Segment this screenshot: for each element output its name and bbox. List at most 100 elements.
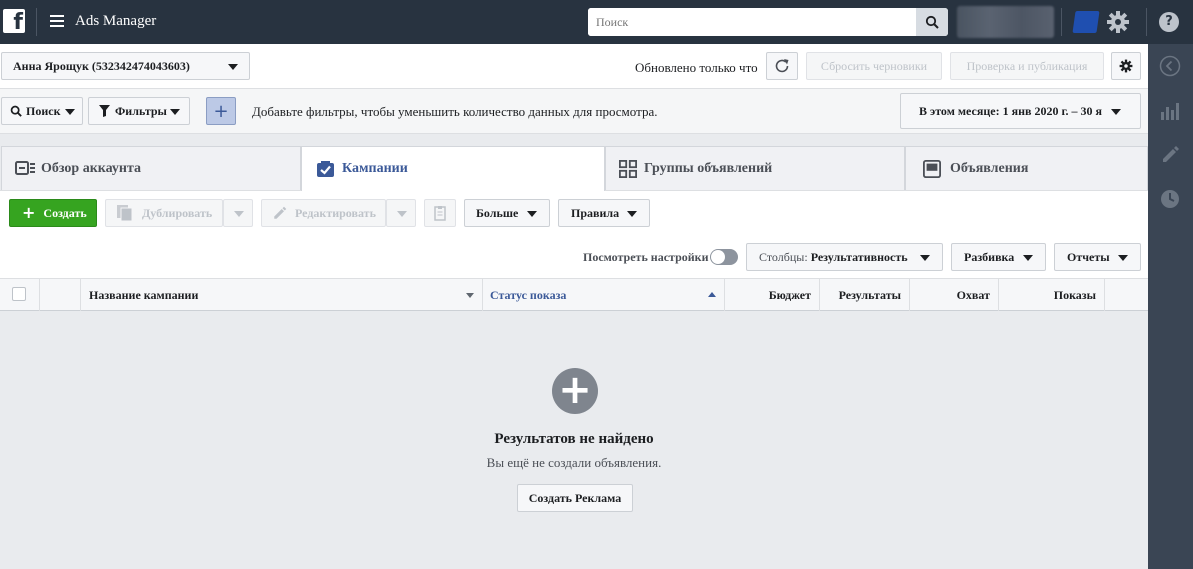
account-name: Анна Ярощук (532342474043603)	[13, 59, 190, 73]
columns-dropdown-button[interactable]: Столбцы: Результативность	[746, 243, 943, 271]
view-settings-toggle[interactable]	[710, 249, 738, 265]
tab-label: Обзор аккаунта	[41, 161, 142, 176]
filter-bar: Поиск Фильтры + Добавьте фильтры, чтобы …	[0, 89, 1148, 134]
campaigns-check-icon	[317, 161, 334, 177]
discard-drafts-button[interactable]: Сбросить черновики	[806, 52, 942, 80]
view-settings-label: Посмотреть настройки	[583, 250, 709, 264]
last-updated-text: Обновлено только что	[635, 60, 758, 75]
tab-ads[interactable]: Объявления	[905, 146, 1148, 190]
chevron-down-icon	[1023, 255, 1033, 261]
breakdown-label: Разбивка	[964, 249, 1015, 264]
column-header-label: Бюджет	[768, 288, 811, 302]
account-overview-icon	[15, 161, 35, 175]
blurred-account-info[interactable]	[957, 6, 1054, 38]
breakdown-dropdown-button[interactable]: Разбивка	[951, 243, 1046, 271]
review-publish-button[interactable]: Проверка и публикация	[950, 52, 1104, 80]
sort-down-icon	[466, 293, 474, 298]
search-icon	[925, 15, 939, 29]
clipboard-button[interactable]	[424, 199, 456, 227]
column-header-campaign-name[interactable]: Название кампании	[81, 279, 483, 311]
search-icon	[10, 105, 22, 117]
column-header-label: Результаты	[838, 288, 901, 302]
divider	[36, 8, 37, 36]
refresh-icon	[775, 59, 789, 73]
duplicate-label: Дублировать	[142, 205, 213, 220]
edit-dropdown-button[interactable]	[386, 199, 416, 227]
chevron-down-icon	[65, 109, 75, 115]
account-selector[interactable]: Анна Ярощук (532342474043603)	[1, 52, 250, 80]
account-settings-button[interactable]	[1111, 52, 1141, 80]
column-header-reach[interactable]: Охват	[910, 279, 999, 311]
column-header-label: Показы	[1053, 288, 1096, 302]
tab-campaigns[interactable]: Кампании	[301, 146, 605, 191]
select-all-cell	[0, 279, 40, 311]
collapse-chevron-icon[interactable]	[1159, 55, 1181, 77]
columns-value: Результативность	[810, 249, 908, 264]
search-dropdown-button[interactable]: Поиск	[1, 97, 83, 125]
column-header-delivery-status[interactable]: Статус показа	[483, 279, 725, 311]
reports-label: Отчеты	[1067, 249, 1110, 264]
tab-account-overview[interactable]: Обзор аккаунта	[1, 146, 301, 190]
campaign-toolbar: + Создать Дублировать Редактировать Боль…	[0, 190, 1148, 278]
ad-sets-grid-icon	[619, 160, 637, 178]
search-input[interactable]	[588, 8, 916, 36]
table-header: Название кампании Статус показа Бюджет Р…	[0, 278, 1148, 311]
plus-icon: +	[22, 203, 36, 222]
date-range-picker[interactable]: В этом месяце: 1 янв 2020 г. – 30 я	[900, 93, 1141, 129]
tab-ad-sets[interactable]: Группы объявлений	[605, 146, 905, 190]
divider	[1061, 8, 1062, 36]
pencil-icon[interactable]	[1159, 144, 1181, 166]
filters-dropdown-button[interactable]: Фильтры	[88, 97, 190, 125]
duplicate-icon	[117, 205, 133, 222]
chevron-down-icon	[234, 211, 244, 217]
chevron-down-icon	[527, 211, 537, 217]
chevron-down-icon	[1111, 109, 1121, 115]
filter-hint-text: Добавьте фильтры, чтобы уменьшить количе…	[252, 104, 658, 119]
edit-button[interactable]: Редактировать	[261, 199, 386, 227]
create-ad-button[interactable]: Создать Реклама	[517, 484, 633, 512]
tab-label: Кампании	[342, 161, 408, 176]
more-label: Больше	[476, 205, 519, 220]
chevron-down-icon	[228, 64, 238, 70]
column-header-label: Название кампании	[89, 288, 199, 302]
help-icon[interactable]: ?	[1159, 12, 1179, 32]
top-navigation-bar: f Ads Manager ?	[0, 0, 1193, 44]
empty-state-title: Результатов не найдено	[494, 431, 654, 447]
plus-icon: +	[213, 100, 229, 122]
menu-icon[interactable]	[50, 15, 64, 27]
rules-dropdown-button[interactable]: Правила	[558, 199, 650, 227]
toggle-column-header	[40, 279, 81, 311]
empty-state: + Результатов не найдено Вы ещё не созда…	[0, 311, 1148, 569]
column-header-impressions[interactable]: Показы	[999, 279, 1105, 311]
sort-up-icon	[708, 292, 716, 297]
filter-funnel-icon	[99, 105, 110, 117]
chevron-down-icon	[627, 211, 637, 217]
chevron-down-icon	[1118, 255, 1128, 261]
reports-dropdown-button[interactable]: Отчеты	[1054, 243, 1141, 271]
settings-gear-icon[interactable]	[1106, 10, 1130, 38]
divider	[1146, 8, 1147, 36]
select-all-checkbox[interactable]	[12, 287, 26, 301]
create-button[interactable]: + Создать	[9, 199, 97, 227]
column-header-results[interactable]: Результаты	[820, 279, 910, 311]
chart-icon[interactable]	[1159, 100, 1181, 122]
duplicate-button[interactable]: Дублировать	[105, 199, 223, 227]
column-header-budget[interactable]: Бюджет	[725, 279, 820, 311]
search-label: Поиск	[26, 103, 61, 118]
tab-label: Группы объявлений	[644, 161, 773, 176]
date-range-label: В этом месяце: 1 янв 2020 г. – 30 я	[919, 104, 1103, 118]
gear-icon	[1119, 59, 1133, 73]
chevron-down-icon	[397, 211, 407, 217]
refresh-button[interactable]	[766, 52, 798, 80]
search-box	[588, 8, 948, 36]
create-label: Создать	[43, 205, 87, 220]
history-clock-icon[interactable]	[1159, 188, 1181, 210]
search-button[interactable]	[916, 8, 948, 36]
empty-state-subtitle: Вы ещё не создали объявления.	[486, 455, 662, 470]
add-filter-button[interactable]: +	[206, 97, 236, 125]
facebook-logo-icon[interactable]: f	[3, 9, 25, 35]
more-dropdown-button[interactable]: Больше	[464, 199, 550, 227]
business-avatar[interactable]	[1072, 11, 1100, 33]
duplicate-dropdown-button[interactable]	[223, 199, 253, 227]
chevron-down-icon	[170, 109, 180, 115]
